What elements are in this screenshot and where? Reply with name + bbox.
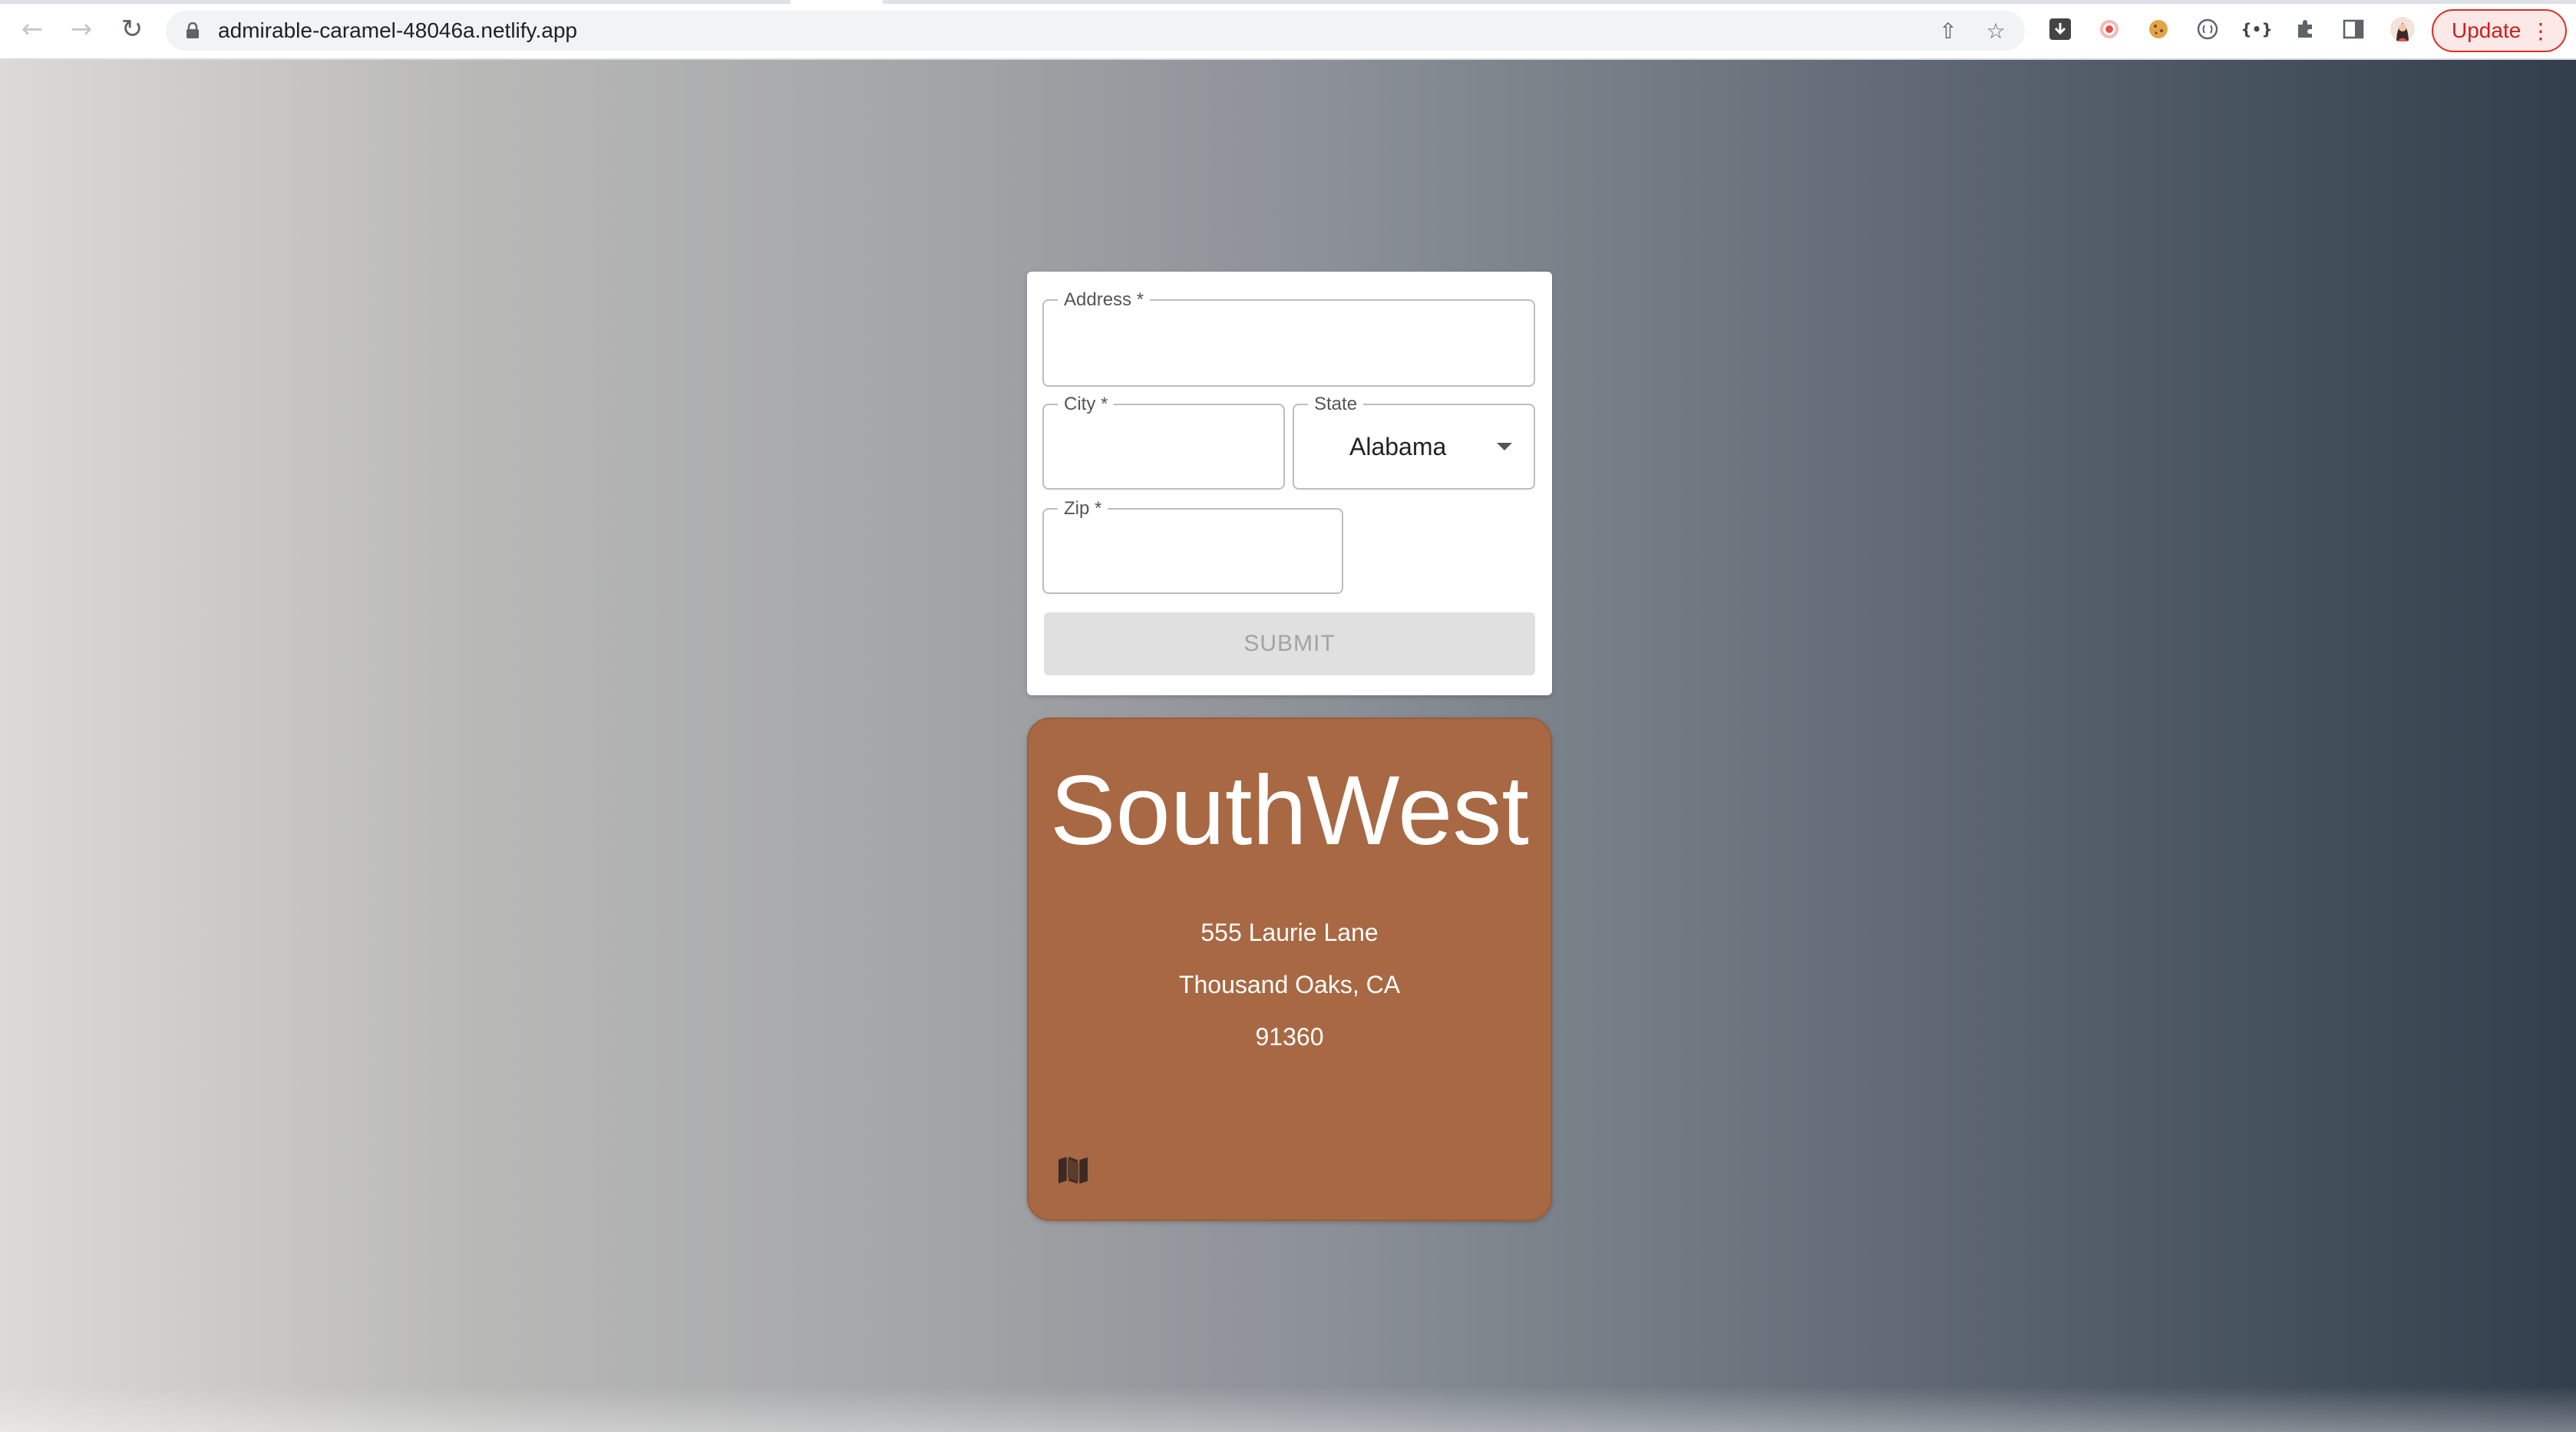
target-extension-icon[interactable]	[2094, 14, 2125, 45]
zip-input[interactable]	[1044, 510, 1342, 592]
arrow-left-icon: ←	[21, 14, 44, 45]
download-extension-icon[interactable]	[2045, 14, 2076, 45]
address-form: Address * City * State Alabama Zip * SUB…	[1027, 272, 1552, 695]
address-field[interactable]: Address *	[1042, 289, 1535, 387]
profile-avatar[interactable]	[2387, 14, 2418, 45]
update-button[interactable]: Update ⋮	[2432, 9, 2567, 52]
update-label: Update	[2452, 18, 2522, 42]
share-icon[interactable]: ⇧	[1937, 18, 1959, 44]
bookmark-star-icon[interactable]: ☆	[1985, 18, 2006, 44]
forward-button[interactable]: →	[63, 11, 100, 48]
arrow-right-icon: →	[70, 14, 93, 45]
more-vert-icon[interactable]: ⋮	[2530, 18, 2551, 45]
brackets-extension-icon[interactable]	[2192, 14, 2223, 45]
json-extension-icon[interactable]: {•}	[2241, 14, 2272, 45]
tab-strip	[0, 0, 2576, 4]
submit-button[interactable]: SUBMIT	[1044, 612, 1535, 675]
location-name: SouthWest	[1050, 756, 1529, 866]
location-card: SouthWest 555 Laurie Lane Thousand Oaks,…	[1027, 718, 1552, 1221]
location-street: 555 Laurie Lane	[1200, 919, 1379, 946]
state-select[interactable]: State Alabama	[1293, 394, 1535, 490]
url-text[interactable]: admirable-caramel-48046a.netlify.app	[218, 18, 577, 43]
state-selected-value: Alabama	[1349, 433, 1447, 460]
address-input[interactable]	[1044, 301, 1534, 385]
active-tab-indicator[interactable]	[791, 0, 883, 4]
reload-icon: ↻	[121, 14, 144, 45]
browser-toolbar: ← → ↻ admirable-caramel-48046a.netlify.a…	[0, 0, 2576, 60]
side-panel-icon[interactable]	[2338, 14, 2369, 45]
cookie-extension-icon[interactable]	[2143, 14, 2174, 45]
page-background: Address * City * State Alabama Zip * SUB…	[0, 60, 2576, 1432]
map-icon[interactable]	[1056, 1155, 1090, 1186]
state-label: State	[1308, 394, 1364, 415]
back-button[interactable]: ←	[14, 11, 51, 48]
extensions-puzzle-icon[interactable]	[2290, 14, 2321, 45]
location-zip: 91360	[1255, 1023, 1324, 1051]
lock-icon	[187, 22, 199, 38]
reload-button[interactable]: ↻	[114, 11, 150, 48]
address-bar[interactable]: admirable-caramel-48046a.netlify.app ⇧ ☆	[166, 11, 2025, 51]
caret-down-icon	[1497, 443, 1512, 450]
city-input[interactable]	[1044, 405, 1283, 488]
city-field[interactable]: City *	[1042, 394, 1285, 490]
zip-field[interactable]: Zip *	[1042, 498, 1343, 594]
location-city-state: Thousand Oaks, CA	[1178, 971, 1401, 998]
